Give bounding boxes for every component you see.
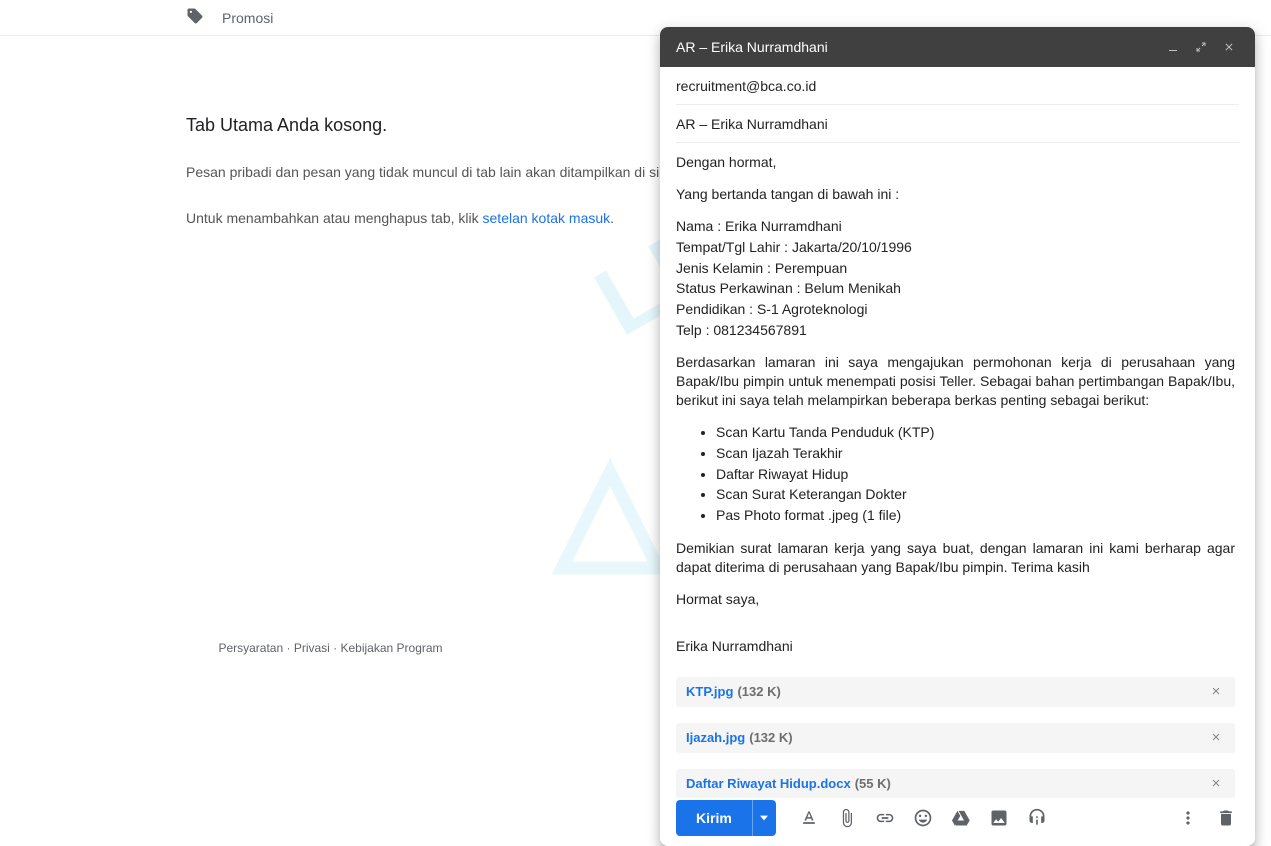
tab-promosi[interactable]: Promosi bbox=[186, 7, 273, 28]
fullscreen-button[interactable] bbox=[1187, 33, 1215, 61]
attach-icon[interactable] bbox=[830, 800, 864, 836]
inbox-settings-link[interactable]: setelan kotak masuk bbox=[483, 210, 611, 226]
attachment-chip[interactable]: Daftar Riwayat Hidup.docx (55 K) × bbox=[676, 769, 1235, 798]
body-identity: Nama : Erika Nurramdhani Tempat/Tgl Lahi… bbox=[676, 217, 1235, 340]
body-salutation: Dengan hormat, bbox=[676, 153, 1235, 172]
close-button[interactable] bbox=[1215, 33, 1243, 61]
formatting-icon[interactable] bbox=[792, 800, 826, 836]
body-paragraph-2: Demikian surat lamaran kerja yang saya b… bbox=[676, 539, 1235, 577]
more-options-icon[interactable] bbox=[1171, 800, 1205, 836]
body-closing: Hormat saya, bbox=[676, 590, 1235, 609]
compose-toolbar: Kirim bbox=[660, 798, 1255, 846]
attachment-chip[interactable]: Ijazah.jpg (132 K) × bbox=[676, 723, 1235, 753]
compose-title: AR – Erika Nurramdhani bbox=[676, 39, 1159, 55]
confidential-icon[interactable] bbox=[1020, 800, 1054, 836]
body-attachments-list: Scan Kartu Tanda Penduduk (KTP) Scan Ija… bbox=[716, 423, 1235, 525]
subject-field[interactable]: AR – Erika Nurramdhani bbox=[676, 105, 1239, 143]
remove-attachment-icon[interactable]: × bbox=[1207, 728, 1225, 748]
send-options-button[interactable] bbox=[752, 800, 776, 836]
body-paragraph-1: Berdasarkan lamaran ini saya mengajukan … bbox=[676, 353, 1235, 410]
tab-label: Promosi bbox=[222, 10, 273, 26]
send-button[interactable]: Kirim bbox=[676, 800, 752, 836]
body-intro: Yang bertanda tangan di bawah ini : bbox=[676, 185, 1235, 204]
discard-icon[interactable] bbox=[1209, 800, 1243, 836]
remove-attachment-icon[interactable]: × bbox=[1207, 682, 1225, 702]
attachment-chip[interactable]: KTP.jpg (132 K) × bbox=[676, 677, 1235, 707]
remove-attachment-icon[interactable]: × bbox=[1207, 774, 1225, 794]
to-field[interactable]: recruitment@bca.co.id bbox=[676, 67, 1239, 105]
compose-header: AR – Erika Nurramdhani bbox=[660, 27, 1255, 67]
link-icon[interactable] bbox=[868, 800, 902, 836]
emoji-icon[interactable] bbox=[906, 800, 940, 836]
footer-links[interactable]: Persyaratan · Privasi · Kebijakan Progra… bbox=[0, 641, 661, 655]
drive-icon[interactable] bbox=[944, 800, 978, 836]
image-icon[interactable] bbox=[982, 800, 1016, 836]
compose-window: AR – Erika Nurramdhani recruitment@bca.c… bbox=[660, 27, 1255, 846]
compose-body[interactable]: Dengan hormat, Yang bertanda tangan di b… bbox=[660, 143, 1255, 798]
minimize-button[interactable] bbox=[1159, 33, 1187, 61]
body-signature: Erika Nurramdhani bbox=[676, 637, 1235, 656]
tag-icon bbox=[186, 7, 204, 28]
